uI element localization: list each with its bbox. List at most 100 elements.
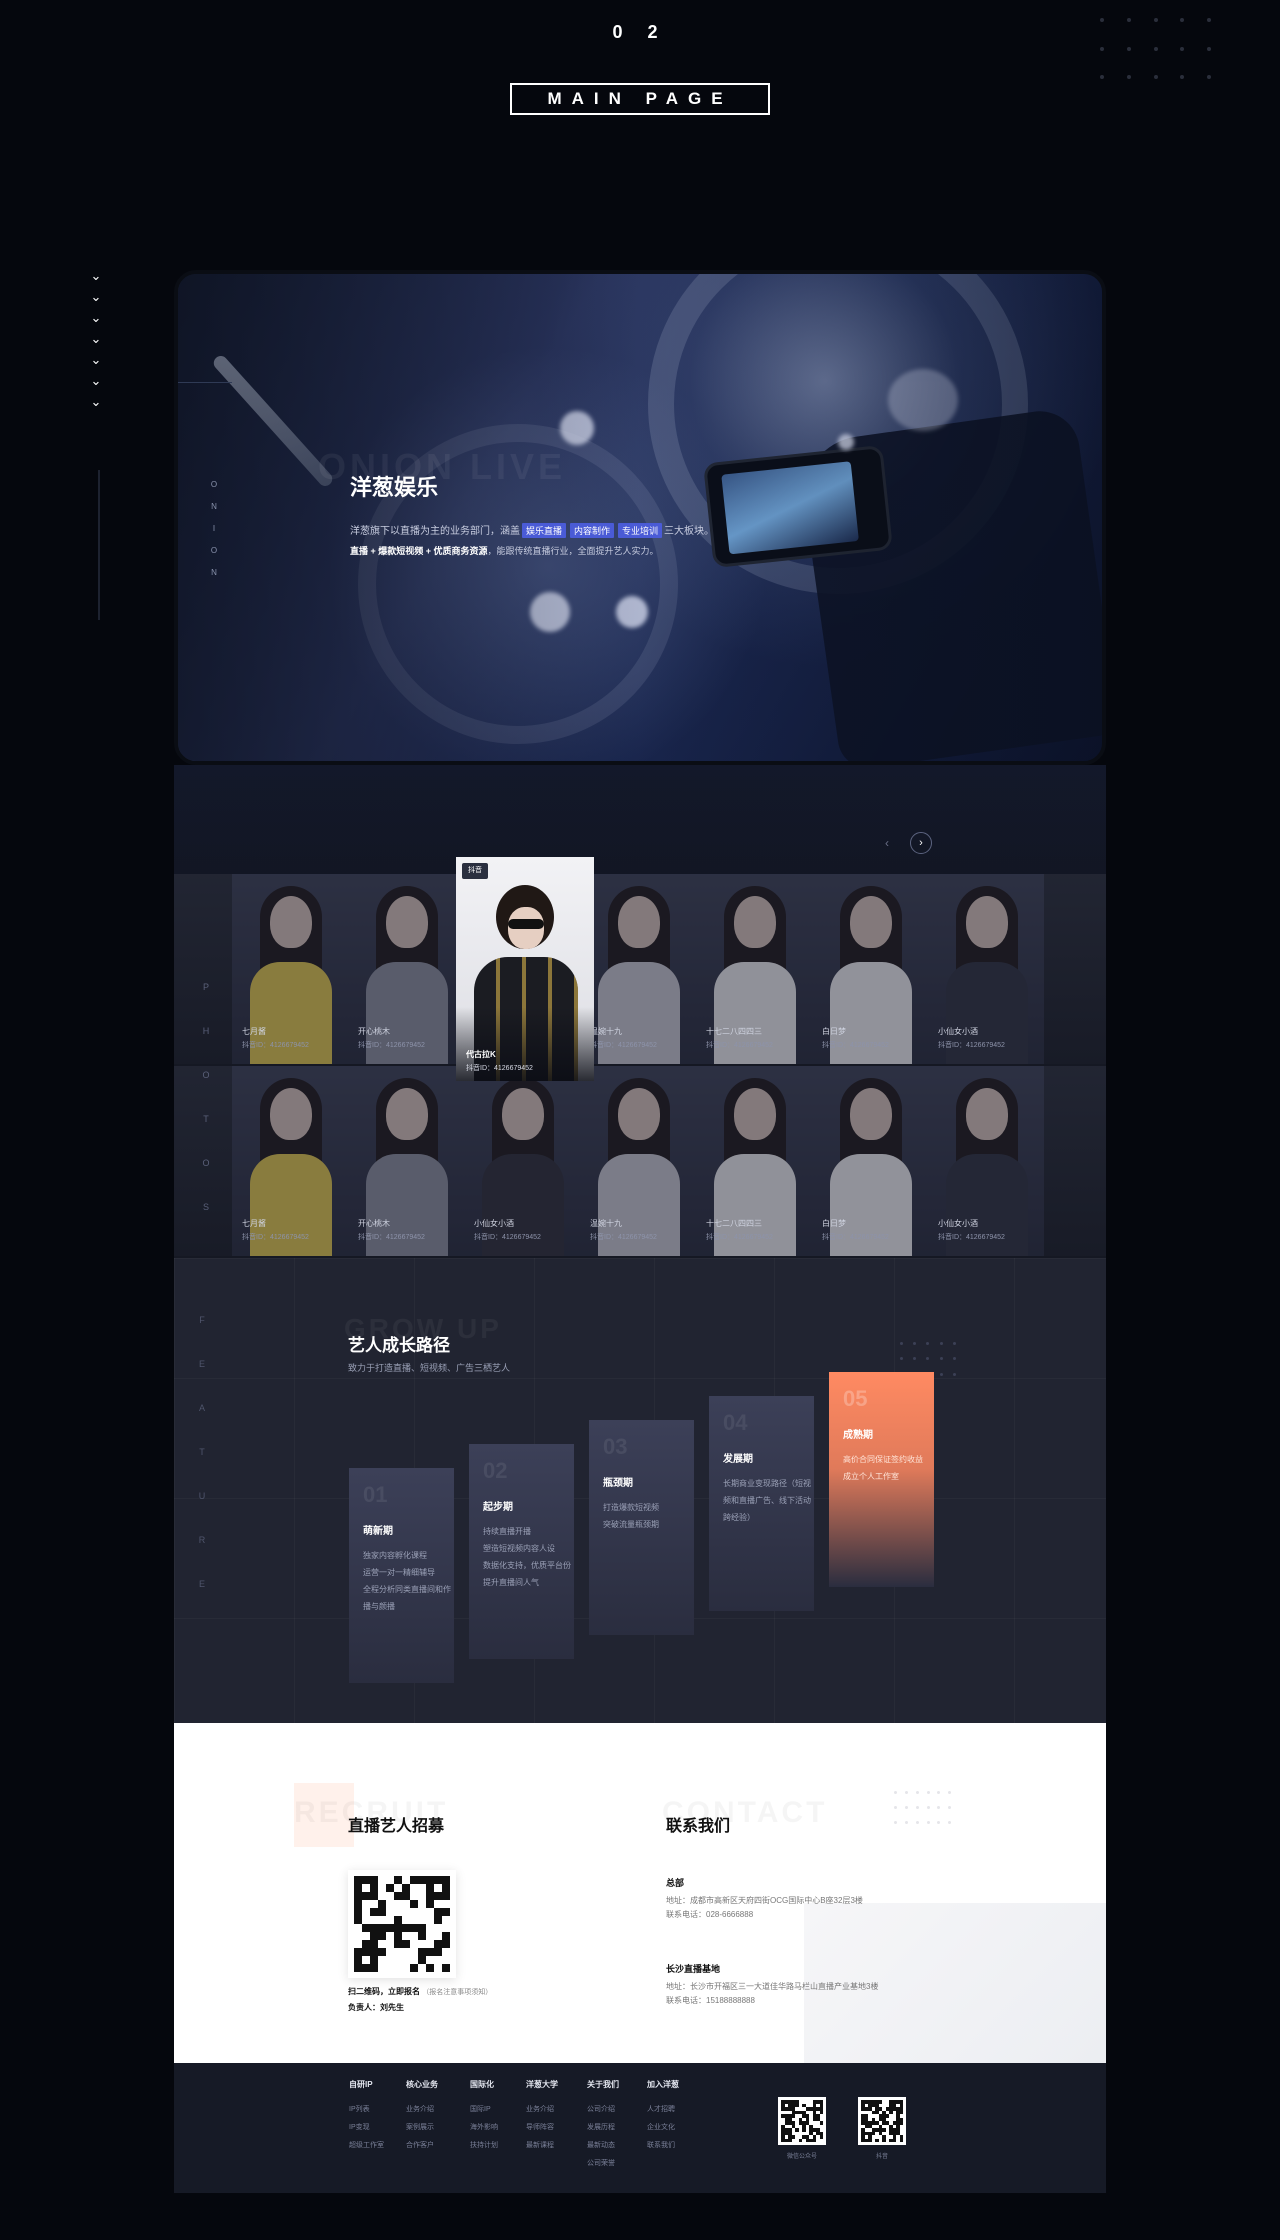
step-line: 全程分析同类直播间和作 bbox=[363, 1585, 451, 1594]
artist-name: 开心桃木 bbox=[358, 1027, 390, 1036]
artist-name: 十七二八四四三 bbox=[706, 1219, 762, 1228]
step-card-1[interactable]: 01 萌新期 独家内容孵化课程 运营一对一精细辅导 全程分析同类直播间和作 播与… bbox=[349, 1468, 454, 1683]
scan-instruction: 扫二维码，立即报名 （报名注意事项须知） bbox=[348, 1987, 493, 1996]
artist-id: 抖音ID：4126679452 bbox=[938, 1234, 1005, 1241]
artist-card[interactable]: 十七二八四四三 抖音ID：4126679452 bbox=[696, 874, 812, 1064]
prev-arrow-button[interactable]: ‹ bbox=[878, 834, 896, 852]
next-arrow-button[interactable]: › bbox=[910, 832, 932, 854]
step-line: 频和直播广告、线下活动 bbox=[723, 1496, 811, 1505]
step-number: 03 bbox=[603, 1434, 628, 1459]
wechat-qr-code[interactable] bbox=[778, 2097, 826, 2145]
hero-vertical-text: ONION bbox=[210, 480, 218, 577]
artist-id: 抖音ID：4126679452 bbox=[242, 1042, 309, 1049]
tag-live[interactable]: 娱乐直播 bbox=[522, 523, 567, 538]
artist-id: 抖音ID：4126679452 bbox=[938, 1042, 1005, 1049]
step-card-5[interactable]: 05 成熟期 高价合同保证签约收益 成立个人工作室 bbox=[829, 1372, 934, 1587]
hero-description-2: 直播 + 爆款短视频 + 优质商务资源，能跟传统直播行业，全面提升艺人实力。 bbox=[350, 546, 659, 556]
qr-code-icon bbox=[354, 1876, 450, 1972]
footer-link[interactable]: 人才招聘 bbox=[647, 2104, 679, 2114]
featured-artist-card[interactable]: 抖音 代古拉K 抖音ID：4126679452 bbox=[456, 857, 594, 1081]
artist-id: 抖音ID：4126679452 bbox=[590, 1234, 657, 1241]
artist-id: 抖音ID：4126679452 bbox=[358, 1234, 425, 1241]
artist-id: 抖音ID：4126679452 bbox=[242, 1234, 309, 1241]
contact-title: 联系我们 bbox=[666, 1818, 731, 1835]
base-phone: 联系电话：15188888888 bbox=[666, 1996, 755, 2005]
recruit-qr-code[interactable] bbox=[348, 1870, 456, 1978]
artist-name: 七月酱 bbox=[242, 1027, 266, 1036]
artist-card[interactable]: 开心桃木抖音ID：4126679452 bbox=[348, 1066, 464, 1256]
footer-column: 自研IP IP列表 IP变现 超级工作室 bbox=[349, 2079, 384, 2158]
step-line: 独家内容孵化课程 bbox=[363, 1551, 427, 1560]
footer-link[interactable]: 超级工作室 bbox=[349, 2140, 384, 2150]
hero-description: 洋葱旗下以直播为主的业务部门，涵盖 娱乐直播 内容制作 专业培训 三大板块。 bbox=[350, 522, 714, 538]
footer-link[interactable]: 业务介绍 bbox=[406, 2104, 438, 2114]
base-heading: 长沙直播基地 bbox=[666, 1964, 721, 1974]
step-line: 持续直播开播 bbox=[483, 1527, 531, 1536]
footer-heading[interactable]: 关于我们 bbox=[587, 2079, 619, 2090]
artist-card[interactable]: 小仙女小酒 抖音ID：4126679452 bbox=[464, 1066, 580, 1256]
hq-phone: 联系电话：028-6666888 bbox=[666, 1910, 754, 1919]
chevron-down-icon: ⌄ bbox=[90, 373, 102, 388]
wechat-qr-label: 微信公众号 bbox=[786, 2154, 817, 2160]
scroll-down-indicator[interactable]: ⌄ ⌄ ⌄ ⌄ ⌄ ⌄ ⌄ bbox=[88, 268, 110, 415]
chevron-down-icon: ⌄ bbox=[90, 289, 102, 304]
footer-heading[interactable]: 国际化 bbox=[470, 2079, 498, 2090]
step-line: 突破流量瓶颈期 bbox=[603, 1520, 659, 1529]
tag-training[interactable]: 专业培训 bbox=[618, 523, 663, 538]
artist-card[interactable]: 小仙女小酒 抖音ID：4126679452 bbox=[928, 874, 1044, 1064]
footer-link[interactable]: 海外影响 bbox=[470, 2122, 498, 2132]
footer-link[interactable]: 最新动态 bbox=[587, 2140, 619, 2150]
artist-card[interactable]: 小仙女小酒 抖音ID：4126679452 bbox=[928, 1066, 1044, 1256]
footer-link[interactable]: 合作客户 bbox=[406, 2140, 438, 2150]
chevron-down-icon: ⌄ bbox=[90, 310, 102, 325]
artist-id: 抖音ID：4126679452 bbox=[822, 1042, 889, 1049]
footer-heading[interactable]: 自研IP bbox=[349, 2079, 384, 2090]
artist-card[interactable]: 七月酱 抖音ID：4126679452 bbox=[232, 1066, 348, 1256]
chevron-down-icon: ⌄ bbox=[90, 268, 102, 283]
footer-link[interactable]: IP列表 bbox=[349, 2104, 384, 2114]
step-card-4[interactable]: 04 发展期 长期商业变现路径（短视 频和直播广告、线下活动 跨经验） bbox=[709, 1396, 814, 1611]
footer-column: 洋葱大学 业务介绍 导师阵容 最新课程 bbox=[526, 2079, 558, 2158]
douyin-badge: 抖音 bbox=[462, 863, 488, 879]
artist-name: 开心桃木 bbox=[358, 1219, 390, 1228]
footer-heading[interactable]: 洋葱大学 bbox=[526, 2079, 558, 2090]
tag-content[interactable]: 内容制作 bbox=[570, 523, 615, 538]
footer-link[interactable]: 国际IP bbox=[470, 2104, 498, 2114]
hq-heading: 总部 bbox=[666, 1878, 685, 1888]
footer-link[interactable]: 联系我们 bbox=[647, 2140, 679, 2150]
footer-link[interactable]: 公司介绍 bbox=[587, 2104, 619, 2114]
step-card-3[interactable]: 03 瓶颈期 打造爆款短视频 突破流量瓶颈期 bbox=[589, 1420, 694, 1635]
footer-heading[interactable]: 核心业务 bbox=[406, 2079, 438, 2090]
footer-link[interactable]: 公司荣誉 bbox=[587, 2158, 619, 2168]
step-number: 04 bbox=[723, 1410, 748, 1435]
base-address: 地址：长沙市开福区三一大道佳华路马栏山直播产业基地3楼 bbox=[666, 1982, 879, 1991]
artist-card[interactable]: 温婉十九 抖音ID：4126679452 bbox=[580, 1066, 696, 1256]
growth-subtitle: 致力于打造直播、短视频、广告三栖艺人 bbox=[348, 1363, 511, 1373]
footer-link[interactable]: 最新课程 bbox=[526, 2140, 558, 2150]
footer-link[interactable]: IP变现 bbox=[349, 2122, 384, 2132]
footer-heading[interactable]: 加入洋葱 bbox=[647, 2079, 679, 2090]
step-title: 起步期 bbox=[483, 1502, 513, 1513]
artist-card[interactable]: 白日梦 抖音ID：4126679452 bbox=[812, 1066, 928, 1256]
footer-link[interactable]: 业务介绍 bbox=[526, 2104, 558, 2114]
featured-artist-name: 代古拉K bbox=[466, 1050, 496, 1059]
artist-name: 白日梦 bbox=[822, 1219, 846, 1228]
side-divider bbox=[98, 470, 100, 620]
artist-card-peek bbox=[1044, 1066, 1106, 1256]
footer-link[interactable]: 企业文化 bbox=[647, 2122, 679, 2132]
footer-link[interactable]: 扶持计划 bbox=[470, 2140, 498, 2150]
step-title: 瓶颈期 bbox=[603, 1478, 633, 1489]
artist-card[interactable]: 开心桃木 抖音ID：4126679452 bbox=[348, 874, 464, 1064]
artist-card[interactable]: 十七二八四四三抖音ID：4126679452 bbox=[696, 1066, 812, 1256]
footer-link[interactable]: 案例展示 bbox=[406, 2122, 438, 2132]
footer-link[interactable]: 导师阵容 bbox=[526, 2122, 558, 2132]
artist-card[interactable]: 七月酱抖音ID：4126679452 bbox=[232, 874, 348, 1064]
hero-title: 洋葱娱乐 bbox=[350, 475, 439, 500]
artist-id: 抖音ID：4126679452 bbox=[706, 1234, 773, 1241]
artist-card[interactable]: 温婉十九 抖音ID：4126679452 bbox=[580, 874, 696, 1064]
footer-link[interactable]: 发展历程 bbox=[587, 2122, 619, 2132]
douyin-qr-code[interactable] bbox=[858, 2097, 906, 2145]
artist-card[interactable]: 白日梦 抖音ID：4126679452 bbox=[812, 874, 928, 1064]
step-card-2[interactable]: 02 起步期 持续直播开播 塑造短视频内容人设 数据化支持，优质平台份 提升直播… bbox=[469, 1444, 574, 1659]
footer: 自研IP IP列表 IP变现 超级工作室 核心业务 业务介绍 案例展示 合作客户… bbox=[174, 2063, 1106, 2193]
